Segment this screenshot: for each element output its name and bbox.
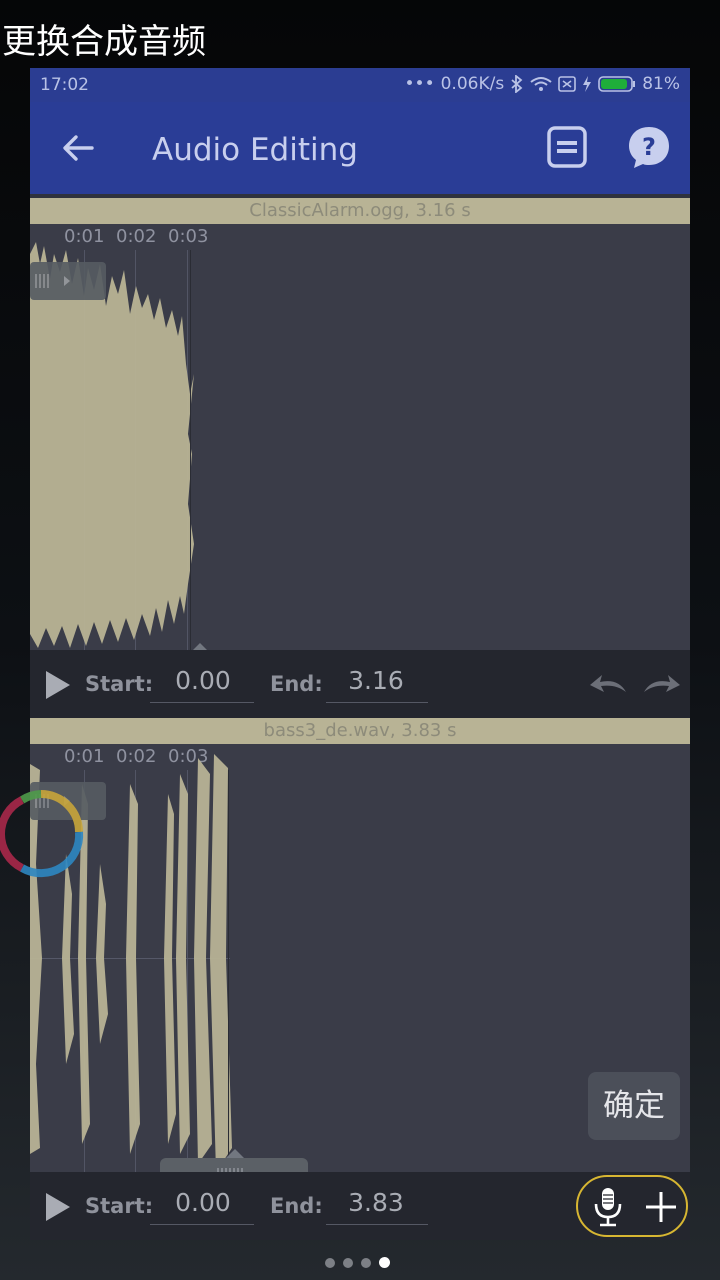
status-icons: ••• 0.06K/s 81%: [405, 74, 680, 94]
track1-start-handle[interactable]: [30, 262, 106, 300]
confirm-button[interactable]: 确定: [588, 1072, 680, 1140]
plus-icon[interactable]: [644, 1190, 678, 1224]
track2-end-handle[interactable]: [160, 1158, 308, 1172]
track2-end-label: End:: [270, 1194, 323, 1218]
track1-end-input[interactable]: 3.16: [326, 666, 426, 695]
track1-handle-pointer: [193, 643, 207, 650]
track2-end-marker: [228, 770, 229, 1172]
network-speed: 0.06K/s: [440, 74, 505, 94]
wifi-icon: [530, 77, 552, 91]
save-icon[interactable]: [544, 124, 590, 170]
app-bar-title: Audio Editing: [152, 132, 358, 168]
track2-end-underline: [326, 1224, 428, 1225]
track1-end-label: End:: [270, 672, 323, 696]
undo-icon[interactable]: [588, 672, 628, 696]
microphone-icon[interactable]: [592, 1186, 624, 1228]
help-icon[interactable]: ?: [626, 124, 672, 170]
track2-control-bar: Start: 0.00 End: 3.83: [30, 1172, 690, 1240]
track2-file-label: bass3_de.wav, 3.83 s: [30, 718, 690, 744]
track1-start-label: Start:: [85, 672, 154, 696]
sim-icon: [558, 76, 577, 92]
pager-dot[interactable]: [361, 1258, 371, 1268]
battery-percent: 81%: [642, 74, 680, 94]
track1-start-input[interactable]: 0.00: [152, 666, 254, 695]
drag-grip-icon: [35, 274, 70, 288]
track1-control-bar: Start: 0.00 End: 3.16: [30, 650, 690, 718]
drag-grip-icon: [217, 1168, 243, 1172]
pager-dot-active[interactable]: [379, 1257, 390, 1268]
track1-start-underline: [150, 702, 254, 703]
track2-start-input[interactable]: 0.00: [152, 1188, 254, 1217]
bluetooth-icon: [511, 75, 523, 93]
back-arrow-icon[interactable]: [60, 130, 96, 166]
app-bar: Audio Editing ?: [30, 102, 690, 194]
svg-text:?: ?: [642, 133, 656, 161]
status-time: 17:02: [40, 75, 89, 95]
redo-icon[interactable]: [642, 672, 682, 696]
loading-spinner-icon: [0, 790, 84, 878]
more-dots-icon: •••: [404, 74, 435, 94]
track1-file-label: ClassicAlarm.ogg, 3.16 s: [30, 198, 690, 224]
pager-dot[interactable]: [325, 1258, 335, 1268]
track1-waveform-area[interactable]: 0:01 0:02 0:03: [30, 224, 690, 650]
track1-end-marker: [190, 250, 191, 650]
phone-screenshot: 17:02 ••• 0.06K/s 81% Audio Editing ? Cl…: [30, 68, 690, 1240]
battery-icon: [598, 76, 636, 92]
pager-dot[interactable]: [343, 1258, 353, 1268]
track2-end-input[interactable]: 3.83: [326, 1188, 426, 1217]
charging-icon: [583, 76, 592, 92]
track2-start-label: Start:: [85, 1194, 154, 1218]
overlay-title: 更换合成音频: [2, 22, 206, 62]
play-icon[interactable]: [44, 669, 72, 701]
play-icon[interactable]: [44, 1191, 72, 1223]
track1-end-underline: [326, 702, 428, 703]
track2-start-underline: [150, 1224, 254, 1225]
status-bar: 17:02 ••• 0.06K/s 81%: [30, 68, 690, 102]
